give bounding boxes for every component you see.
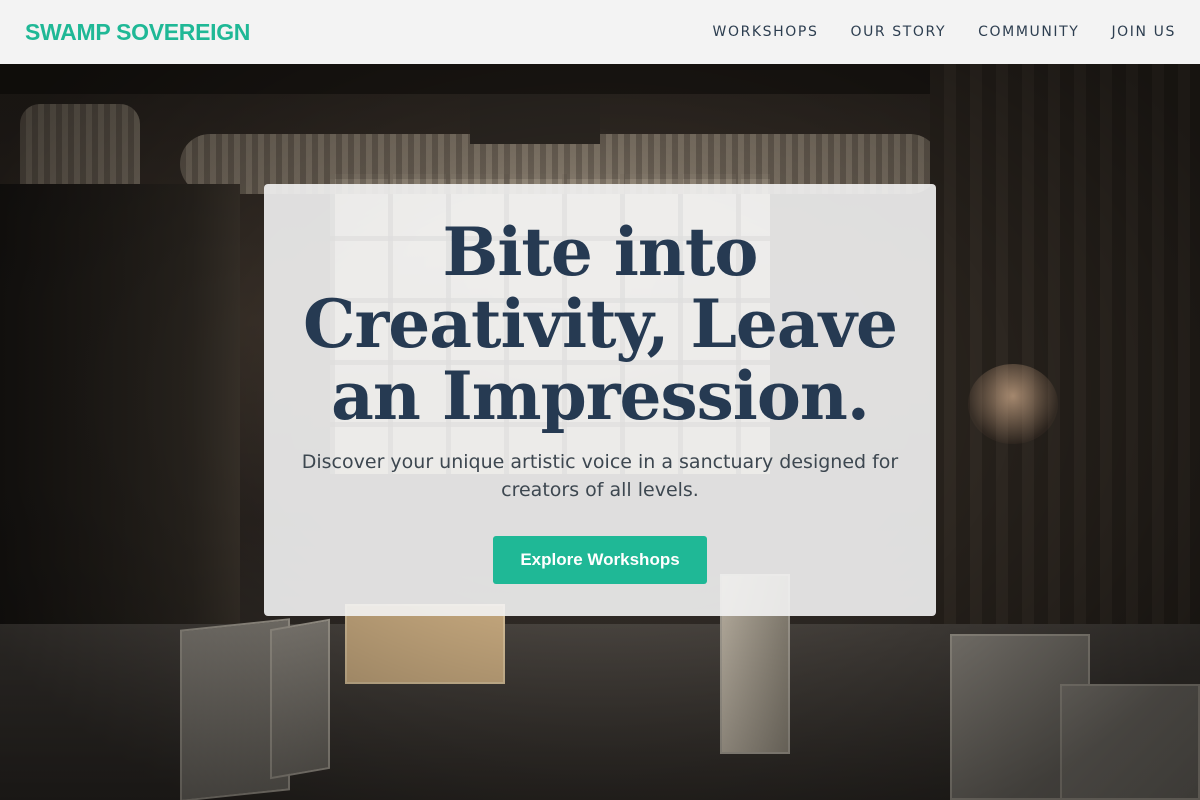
nav-link-community[interactable]: COMMUNITY xyxy=(978,24,1079,40)
hero-headline: Bite into Creativity, Leave an Impressio… xyxy=(302,213,898,435)
explore-workshops-button[interactable]: Explore Workshops xyxy=(493,536,707,584)
hero-section: Bite into Creativity, Leave an Impressio… xyxy=(0,64,1200,800)
site-logo[interactable]: SWAMP SOVEREIGN xyxy=(25,19,250,46)
hero-card: Bite into Creativity, Leave an Impressio… xyxy=(264,184,936,616)
nav-link-workshops[interactable]: WORKSHOPS xyxy=(713,24,819,40)
nav-link-our-story[interactable]: OUR STORY xyxy=(850,24,946,40)
nav-link-join-us[interactable]: JOIN US xyxy=(1111,24,1176,40)
main-nav: WORKSHOPS OUR STORY COMMUNITY JOIN US xyxy=(713,24,1176,40)
site-header: SWAMP SOVEREIGN WORKSHOPS OUR STORY COMM… xyxy=(0,0,1200,64)
hero-subtext: Discover your unique artistic voice in a… xyxy=(301,451,899,501)
